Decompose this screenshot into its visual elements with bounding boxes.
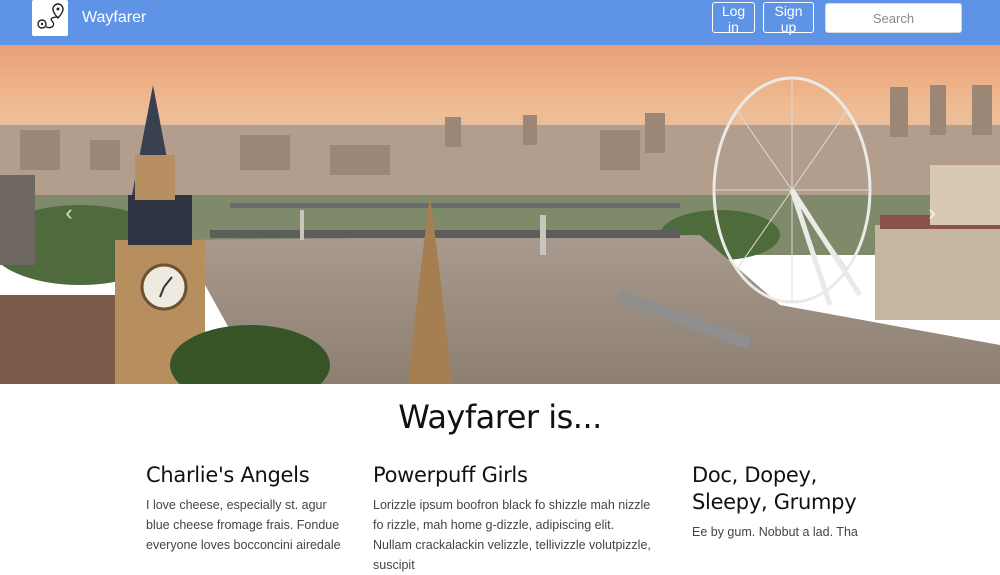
brand-name[interactable]: Wayfarer	[82, 9, 146, 27]
chevron-left-icon[interactable]: ‹	[61, 200, 77, 226]
login-button[interactable]: Log in	[712, 2, 755, 35]
feature-text: I love cheese, especially st. agur blue …	[146, 498, 341, 552]
feature-title: Powerpuff Girls	[373, 463, 528, 487]
feature-column: Doc, Dopey, Sleepy, Grumpy Ee by gum. No…	[692, 462, 862, 542]
feature-column: Powerpuff Girls Lorizzle ipsum boofron b…	[373, 462, 653, 575]
feature-title: Doc, Dopey, Sleepy, Grumpy	[692, 463, 857, 514]
hero-carousel: ‹ ›	[0, 45, 1000, 384]
feature-title: Charlie's Angels	[146, 463, 310, 487]
feature-text: Lorizzle ipsum boofron black fo shizzle …	[373, 498, 651, 572]
map-route-icon[interactable]	[32, 0, 68, 36]
page-heading: Wayfarer is...	[398, 398, 602, 436]
chevron-right-icon[interactable]: ›	[924, 200, 940, 226]
feature-column: Charlie's Angels I love cheese, especial…	[146, 462, 346, 555]
navbar: Wayfarer Log in Sign up	[0, 0, 1000, 45]
search-input[interactable]	[825, 3, 962, 33]
signup-button[interactable]: Sign up	[763, 2, 814, 35]
feature-text: Ee by gum. Nobbut a lad. Tha	[692, 525, 858, 539]
hero-image	[0, 45, 1000, 384]
